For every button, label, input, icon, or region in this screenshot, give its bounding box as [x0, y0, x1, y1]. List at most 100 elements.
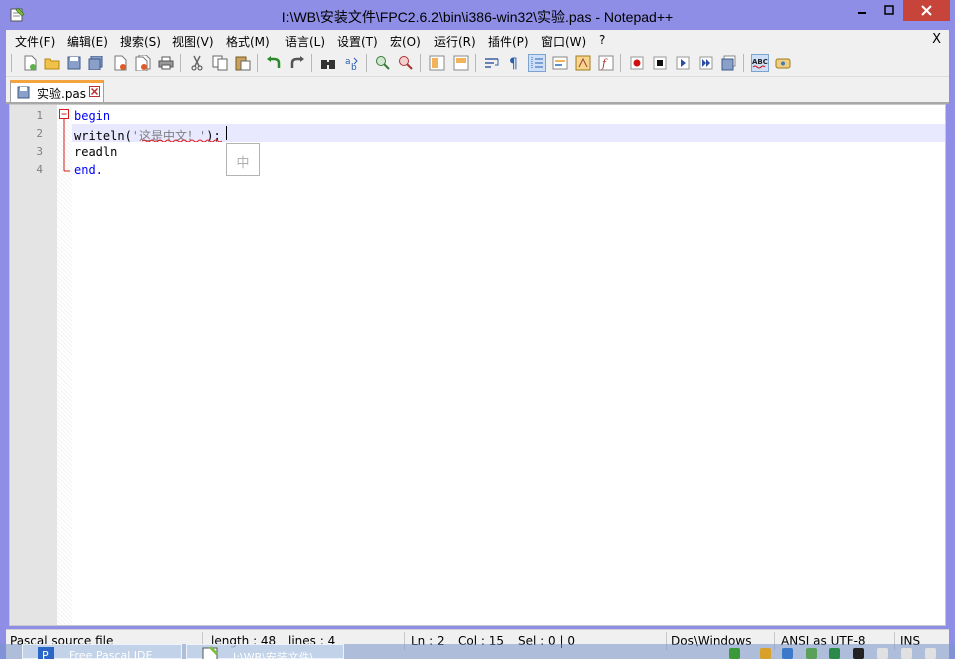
code-editor[interactable]: 1 2 3 4 begin writeln('这是中文！'); readln e… — [9, 104, 946, 626]
undo-button[interactable] — [265, 54, 283, 72]
toolbar-separator — [475, 54, 476, 72]
doc-map-button[interactable] — [574, 54, 592, 72]
menu-file[interactable]: 文件(F) — [15, 33, 55, 50]
record-macro-button[interactable] — [628, 54, 646, 72]
minimize-button[interactable] — [849, 0, 875, 21]
tray-icon[interactable] — [925, 648, 936, 659]
tray-icon[interactable] — [729, 648, 740, 659]
fold-margin — [57, 105, 72, 625]
user-language-button[interactable] — [551, 54, 569, 72]
folder-open-icon — [44, 58, 60, 70]
sync-vertical-button[interactable] — [428, 54, 446, 72]
paste-icon — [235, 56, 251, 71]
open-file-button[interactable] — [43, 54, 61, 72]
taskbar-item-notepad[interactable]: I:\WB\安装文件\... — [186, 644, 344, 659]
save-macro-button[interactable] — [720, 54, 738, 72]
indent-guide-button[interactable] — [528, 54, 546, 72]
tab-document[interactable]: 实验.pas — [10, 80, 104, 102]
taskbar-item-free-pascal[interactable]: P Free Pascal IDE — [22, 644, 182, 659]
free-pascal-icon: P — [38, 647, 54, 659]
svg-text:P: P — [42, 649, 49, 659]
menu-view[interactable]: 视图(V) — [172, 33, 214, 50]
stop-macro-button[interactable] — [651, 54, 669, 72]
new-file-icon — [24, 55, 37, 71]
network-icon[interactable] — [877, 648, 888, 659]
undo-icon — [267, 56, 281, 68]
menu-settings[interactable]: 设置(T) — [337, 33, 378, 50]
close-all-button[interactable] — [134, 54, 152, 72]
sync-horizontal-button[interactable] — [452, 54, 470, 72]
tray-icon[interactable] — [853, 648, 864, 659]
close-document-button[interactable]: X — [932, 32, 941, 47]
menu-edit[interactable]: 编辑(E) — [67, 33, 108, 50]
close-all-icon — [135, 55, 151, 71]
zoom-in-button[interactable] — [374, 54, 392, 72]
menu-macro[interactable]: 宏(O) — [390, 33, 421, 50]
tray-icon[interactable] — [806, 648, 817, 659]
spell-error-underline — [142, 139, 222, 142]
toolbar-separator — [311, 54, 312, 72]
function-list-button[interactable]: f — [597, 54, 615, 72]
toolbar-separator — [257, 54, 258, 72]
paste-button[interactable] — [234, 54, 252, 72]
menu-run[interactable]: 运行(R) — [434, 33, 476, 50]
printer-icon — [158, 56, 174, 70]
run-macro-multiple-button[interactable] — [697, 54, 715, 72]
code-token: writeln( — [74, 129, 132, 143]
menu-search[interactable]: 搜索(S) — [120, 33, 161, 50]
line-number: 4 — [36, 163, 43, 176]
spell-check-button[interactable]: ABC — [751, 54, 769, 72]
cut-button[interactable] — [188, 54, 206, 72]
binoculars-icon — [321, 60, 335, 69]
tab-close-icon[interactable] — [89, 86, 100, 97]
replace-button[interactable]: ab — [343, 54, 361, 72]
play-macro-button[interactable] — [674, 54, 692, 72]
menu-bar: 文件(F) 编辑(E) 搜索(S) 视图(V) 格式(M) 语言(L) 设置(T… — [6, 30, 949, 50]
shield-icon[interactable] — [829, 648, 840, 659]
toolbar-separator — [11, 54, 12, 72]
save-button[interactable] — [65, 54, 83, 72]
svg-text:ABC: ABC — [752, 58, 768, 66]
close-icon — [921, 5, 932, 16]
word-wrap-icon — [485, 58, 499, 68]
line-number-gutter: 1 2 3 4 — [10, 105, 57, 625]
save-all-button[interactable] — [87, 54, 105, 72]
menu-format[interactable]: 格式(M) — [226, 33, 270, 50]
zoom-out-button[interactable] — [397, 54, 415, 72]
word-wrap-button[interactable] — [483, 54, 501, 72]
text-caret — [226, 126, 227, 140]
fold-marker-icon[interactable] — [57, 105, 72, 185]
line-number: 3 — [36, 145, 43, 158]
menu-help[interactable]: ? — [599, 33, 605, 47]
fast-forward-icon — [699, 56, 713, 70]
tab-bar: 实验.pas — [6, 77, 949, 103]
tray-icon[interactable] — [760, 648, 771, 659]
redo-icon — [290, 56, 304, 68]
volume-icon[interactable] — [901, 648, 912, 659]
ime-candidate-box[interactable]: 中 — [226, 143, 260, 176]
sync-vertical-icon — [429, 55, 445, 71]
document-map-icon — [575, 55, 591, 71]
copy-icon — [212, 55, 228, 71]
menu-window[interactable]: 窗口(W) — [541, 33, 586, 50]
save-all-icon — [88, 56, 103, 70]
redo-button[interactable] — [288, 54, 306, 72]
line-number: 2 — [36, 127, 43, 140]
menu-plugins[interactable]: 插件(P) — [488, 33, 529, 50]
toolbar-separator — [620, 54, 621, 72]
show-all-chars-button[interactable]: ¶ — [505, 54, 523, 72]
scissors-icon — [191, 55, 203, 71]
new-file-button[interactable] — [21, 54, 39, 72]
copy-button[interactable] — [211, 54, 229, 72]
close-button[interactable] — [903, 0, 950, 21]
code-line: begin — [74, 109, 111, 123]
tray-icon[interactable] — [782, 648, 793, 659]
print-button[interactable] — [157, 54, 175, 72]
toolbar-separator — [366, 54, 367, 72]
close-file-button[interactable] — [111, 54, 129, 72]
menu-language[interactable]: 语言(L) — [285, 33, 325, 50]
find-button[interactable] — [319, 54, 337, 72]
maximize-button[interactable] — [876, 0, 902, 21]
plugin-button[interactable] — [774, 54, 792, 72]
toolbar-separator — [180, 54, 181, 72]
